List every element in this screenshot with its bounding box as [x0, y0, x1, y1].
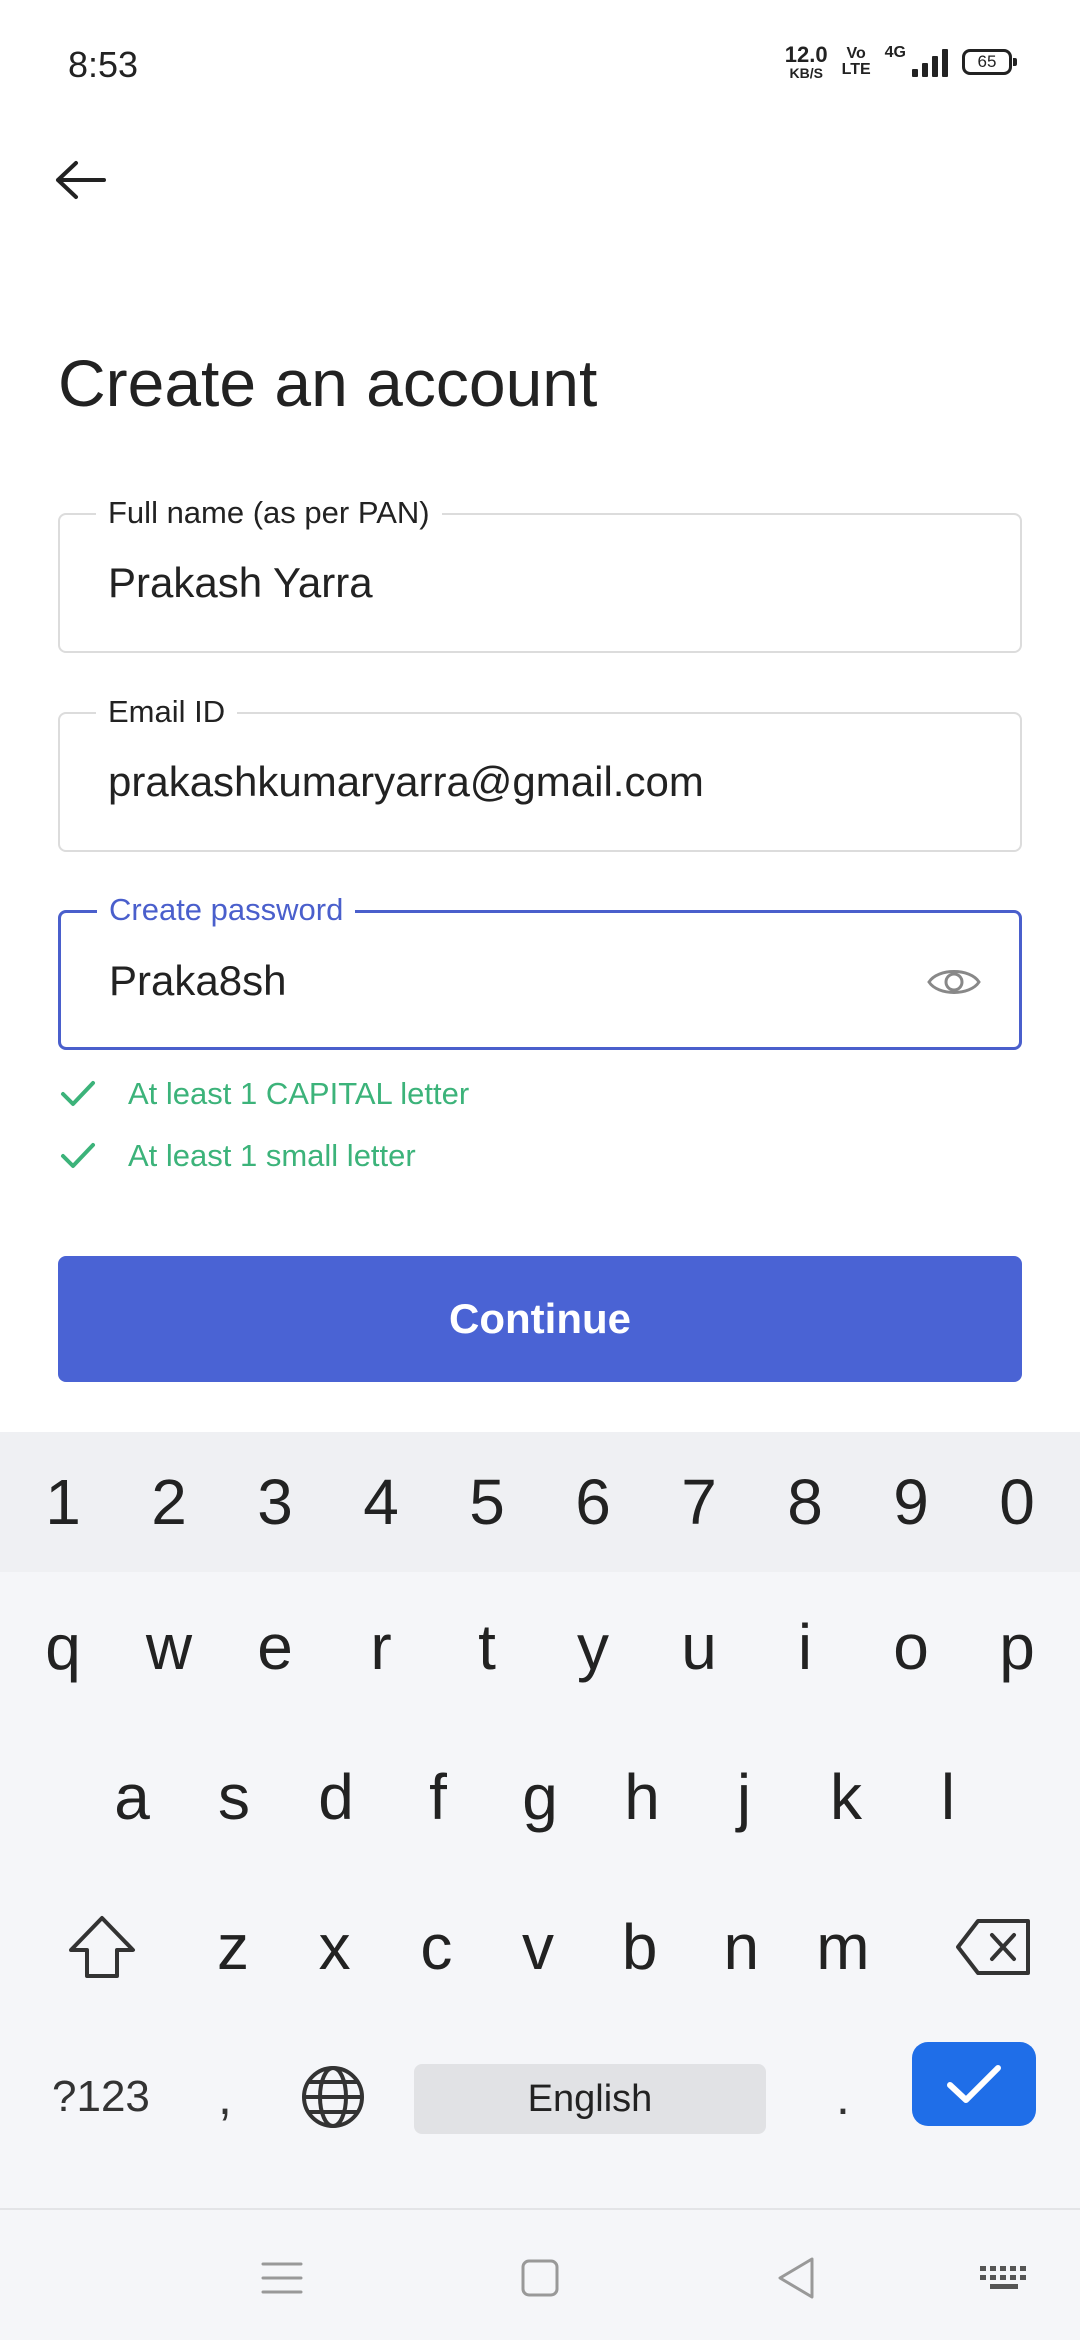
volte-bottom: LTE	[841, 61, 871, 78]
backspace-key[interactable]	[944, 1892, 1044, 2002]
key-j[interactable]: j	[699, 1742, 789, 1852]
full-name-value[interactable]: Prakash Yarra	[108, 555, 373, 611]
key-d[interactable]: d	[291, 1742, 381, 1852]
back-arrow-icon	[56, 161, 106, 199]
key-y[interactable]: y	[548, 1592, 638, 1702]
home-button[interactable]	[510, 2248, 570, 2308]
key-n[interactable]: n	[696, 1892, 786, 2002]
space-key[interactable]: English	[414, 2064, 766, 2134]
key-x[interactable]: x	[290, 1892, 380, 2002]
symbols-key[interactable]: ?123	[52, 2064, 150, 2130]
key-b[interactable]: b	[595, 1892, 685, 2002]
key-6[interactable]: 6	[548, 1447, 638, 1557]
navigation-bar	[0, 2208, 1080, 2340]
password-rule-capital: At least 1 CAPITAL letter	[60, 1076, 469, 1112]
check-icon	[61, 1143, 95, 1168]
comma-key[interactable]: ,	[218, 2064, 232, 2130]
key-p[interactable]: p	[972, 1592, 1062, 1702]
check-icon	[947, 2065, 1001, 2103]
key-w[interactable]: w	[124, 1592, 214, 1702]
keyboard-row-1: q w e r t y u i o p	[0, 1592, 1080, 1702]
email-label: Email ID	[96, 694, 238, 730]
full-name-field[interactable]: Full name (as per PAN) Prakash Yarra	[58, 495, 1022, 653]
keyboard-row-2: a s d f g h j k l	[0, 1742, 1080, 1852]
backspace-icon	[956, 1919, 1030, 1975]
key-4[interactable]: 4	[336, 1447, 426, 1557]
password-field[interactable]: Create password Praka8sh	[58, 892, 1022, 1050]
key-m[interactable]: m	[798, 1892, 888, 2002]
key-u[interactable]: u	[654, 1592, 744, 1702]
key-9[interactable]: 9	[866, 1447, 956, 1557]
battery-level: 65	[977, 52, 997, 71]
language-key[interactable]	[298, 2064, 368, 2130]
network-speed: 12.0 KB/S	[784, 42, 828, 81]
key-a[interactable]: a	[87, 1742, 177, 1852]
key-o[interactable]: o	[866, 1592, 956, 1702]
battery-icon: 65	[962, 49, 1017, 75]
key-3[interactable]: 3	[230, 1447, 320, 1557]
email-field[interactable]: Email ID prakashkumaryarra@gmail.com	[58, 694, 1022, 852]
key-8[interactable]: 8	[760, 1447, 850, 1557]
signal-icon	[912, 47, 948, 77]
volte-top: Vo	[846, 45, 866, 62]
key-c[interactable]: c	[391, 1892, 481, 2002]
key-k[interactable]: k	[801, 1742, 891, 1852]
continue-button[interactable]: Continue	[58, 1256, 1022, 1382]
password-value[interactable]: Praka8sh	[109, 953, 286, 1009]
key-v[interactable]: v	[493, 1892, 583, 2002]
globe-icon	[302, 2066, 364, 2128]
key-7[interactable]: 7	[654, 1447, 744, 1557]
password-rule-text: At least 1 CAPITAL letter	[128, 1076, 470, 1111]
volte-icon: Vo LTE	[842, 46, 871, 78]
eye-icon	[927, 970, 981, 994]
key-z[interactable]: z	[188, 1892, 278, 2002]
key-f[interactable]: f	[393, 1742, 483, 1852]
status-indicators: 12.0 KB/S Vo LTE 4G 65	[784, 42, 1017, 81]
keyboard-number-row: 1 2 3 4 5 6 7 8 9 0	[0, 1432, 1080, 1572]
password-label: Create password	[97, 892, 356, 928]
key-1[interactable]: 1	[18, 1447, 108, 1557]
show-password-button[interactable]	[925, 957, 983, 1007]
key-q[interactable]: q	[18, 1592, 108, 1702]
shift-key[interactable]	[52, 1892, 152, 2002]
done-key[interactable]	[912, 2042, 1036, 2126]
back-nav-button[interactable]	[766, 2248, 826, 2308]
key-r[interactable]: r	[336, 1592, 426, 1702]
keyboard: 1 2 3 4 5 6 7 8 9 0 q w e r t y u i o p …	[0, 1432, 1080, 2208]
full-name-label: Full name (as per PAN)	[96, 495, 442, 531]
keyboard-icon	[980, 2266, 1026, 2289]
key-t[interactable]: t	[442, 1592, 532, 1702]
period-key[interactable]: .	[836, 2064, 850, 2130]
shift-icon	[69, 1916, 135, 1978]
key-e[interactable]: e	[230, 1592, 320, 1702]
status-time: 8:53	[68, 44, 139, 85]
triangle-back-icon	[778, 2257, 814, 2299]
password-rule-text: At least 1 small letter	[128, 1138, 416, 1173]
key-5[interactable]: 5	[442, 1447, 532, 1557]
square-icon	[521, 2259, 559, 2297]
key-h[interactable]: h	[597, 1742, 687, 1852]
keyboard-row-3-letters: z x c v b n m	[188, 1892, 888, 2002]
menu-icon	[261, 2262, 303, 2294]
page-title: Create an account	[58, 346, 598, 420]
back-button[interactable]	[50, 150, 110, 210]
key-2[interactable]: 2	[124, 1447, 214, 1557]
status-bar: 8:53 12.0 KB/S Vo LTE 4G 65	[0, 0, 1080, 130]
key-0[interactable]: 0	[972, 1447, 1062, 1557]
key-i[interactable]: i	[760, 1592, 850, 1702]
key-l[interactable]: l	[903, 1742, 993, 1852]
key-g[interactable]: g	[495, 1742, 585, 1852]
network-speed-unit: KB/S	[789, 65, 823, 81]
network-type: 4G	[884, 44, 906, 61]
network-speed-value: 12.0	[784, 42, 828, 67]
password-rule-small: At least 1 small letter	[60, 1138, 416, 1174]
keyboard-toggle-button[interactable]	[974, 2248, 1034, 2308]
email-value[interactable]: prakashkumaryarra@gmail.com	[108, 754, 704, 810]
recents-button[interactable]	[252, 2248, 312, 2308]
check-icon	[61, 1081, 95, 1106]
key-s[interactable]: s	[189, 1742, 279, 1852]
